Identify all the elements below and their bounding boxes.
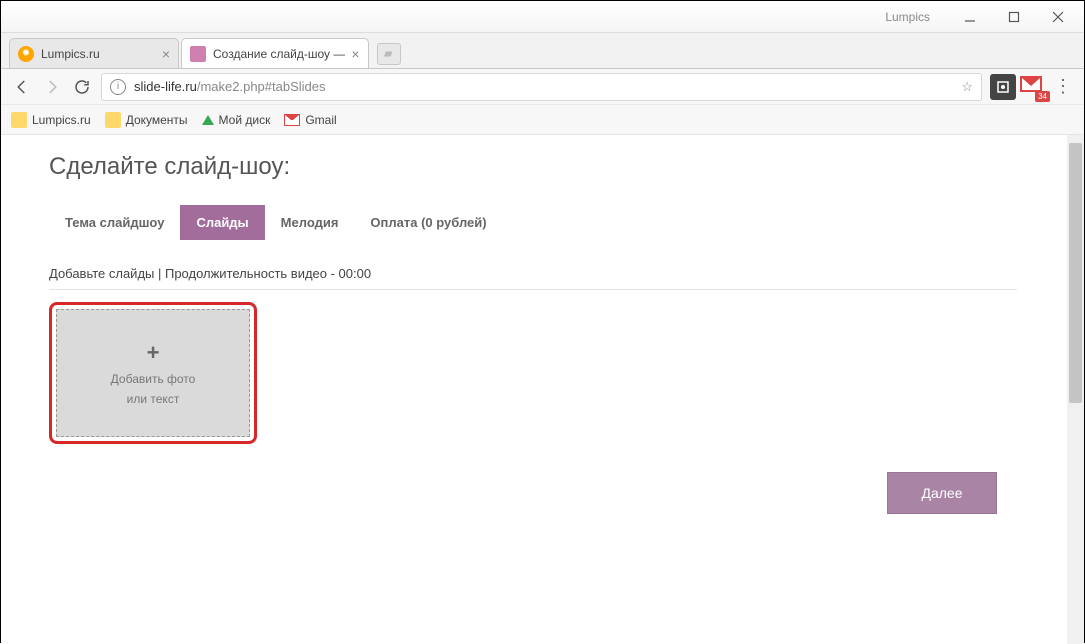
tab-label: Lumpics.ru <box>41 47 156 61</box>
bookmarks-bar: Lumpics.ru Документы Мой диск Gmail <box>1 105 1084 135</box>
bookmark-lumpics[interactable]: Lumpics.ru <box>11 112 91 128</box>
window-maximize-button[interactable] <box>992 3 1036 31</box>
gmail-extension-icon[interactable]: 34 <box>1020 74 1046 100</box>
bookmark-star-icon[interactable]: ☆ <box>961 79 973 95</box>
bookmark-gmail[interactable]: Gmail <box>284 113 336 127</box>
window-titlebar: Lumpics <box>1 1 1084 33</box>
tab-slides[interactable]: Слайды <box>180 205 264 240</box>
new-tab-button[interactable] <box>377 43 401 65</box>
url-domain: slide-life.ru <box>134 79 197 94</box>
tab-close-icon[interactable]: × <box>351 46 359 62</box>
nav-back-button[interactable] <box>7 73 37 101</box>
google-drive-icon <box>202 115 214 125</box>
page-viewport: Сделайте слайд-шоу: Тема слайдшоу Слайды… <box>1 135 1084 644</box>
browser-tab-lumpics[interactable]: ✹ Lumpics.ru × <box>9 38 179 68</box>
browser-tab-slidelife[interactable]: Создание слайд-шоу — × <box>181 38 369 68</box>
bookmark-drive[interactable]: Мой диск <box>202 113 271 127</box>
url-path: /make2.php#tabSlides <box>197 79 326 94</box>
address-bar: i slide-life.ru /make2.php#tabSlides ☆ 3… <box>1 69 1084 105</box>
tab-theme[interactable]: Тема слайдшоу <box>49 205 180 240</box>
gmail-badge: 34 <box>1035 91 1050 102</box>
page-title: Сделайте слайд-шоу: <box>49 153 1017 181</box>
add-slide-text-line2: или текст <box>127 392 180 406</box>
nav-forward-button[interactable] <box>37 73 67 101</box>
url-input[interactable]: i slide-life.ru /make2.php#tabSlides ☆ <box>101 73 982 101</box>
favicon-lumpics-icon: ✹ <box>18 46 34 62</box>
tab-label: Создание слайд-шоу — <box>213 47 345 61</box>
bookmark-documents[interactable]: Документы <box>105 112 188 128</box>
site-info-icon[interactable]: i <box>110 79 126 95</box>
tab-melody[interactable]: Мелодия <box>265 205 355 240</box>
page-content: Сделайте слайд-шоу: Тема слайдшоу Слайды… <box>1 135 1067 514</box>
window-minimize-button[interactable] <box>948 3 992 31</box>
add-slide-text-line1: Добавить фото <box>111 372 196 386</box>
window-close-button[interactable] <box>1036 3 1080 31</box>
tab-payment[interactable]: Оплата (0 рублей) <box>354 205 502 240</box>
tab-close-icon[interactable]: × <box>162 46 170 62</box>
folder-icon <box>11 112 27 128</box>
add-slide-highlight: + Добавить фото или текст <box>49 302 257 444</box>
page-scrollbar[interactable] <box>1067 135 1084 644</box>
folder-icon <box>105 112 121 128</box>
plus-icon: + <box>147 340 160 366</box>
gmail-icon <box>284 114 300 126</box>
nav-reload-button[interactable] <box>67 73 97 101</box>
wizard-tabs: Тема слайдшоу Слайды Мелодия Оплата (0 р… <box>49 205 1017 240</box>
browser-menu-button[interactable]: ⋮ <box>1048 73 1078 101</box>
scrollbar-thumb[interactable] <box>1069 143 1082 403</box>
window-title: Lumpics <box>885 10 930 24</box>
slides-subheading: Добавьте слайды | Продолжительность виде… <box>49 266 1017 290</box>
favicon-slidelife-icon <box>190 46 206 62</box>
next-button[interactable]: Далее <box>887 472 997 514</box>
browser-tab-strip: ✹ Lumpics.ru × Создание слайд-шоу — × <box>1 33 1084 69</box>
next-row: Далее <box>49 472 1017 514</box>
add-slide-button[interactable]: + Добавить фото или текст <box>56 309 250 437</box>
envelope-icon <box>1020 76 1042 92</box>
extension-icon[interactable] <box>990 74 1016 100</box>
